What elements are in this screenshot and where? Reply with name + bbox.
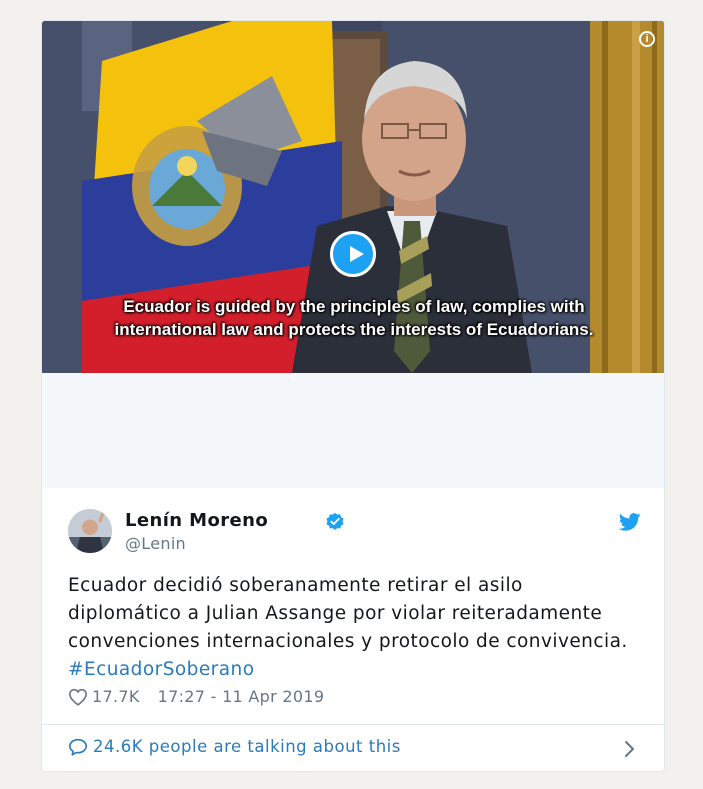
author-handle[interactable]: @Lenin (125, 534, 186, 553)
heart-icon[interactable] (68, 688, 88, 706)
tweet-body: Ecuador decidió soberanamente retirar el… (68, 575, 628, 652)
like-count[interactable]: 17.7K (92, 687, 140, 706)
tweet-timestamp[interactable]: 17:27 - 11 Apr 2019 (158, 687, 325, 706)
verified-badge-icon (326, 512, 344, 530)
video-player[interactable]: i Ecuador is guided by the principles of… (42, 21, 664, 373)
author-name[interactable]: Lenín Moreno (125, 510, 268, 531)
chat-bubble-icon (69, 738, 87, 756)
tweet-meta: 17.7K 17:27 - 11 Apr 2019 (68, 687, 324, 706)
tweet-embed-card: i Ecuador is guided by the principles of… (41, 20, 665, 772)
divider (42, 724, 664, 725)
avatar[interactable] (68, 509, 112, 553)
caption-line-2: international law and protects the inter… (114, 320, 594, 339)
hashtag-link[interactable]: #EcuadorSoberano (68, 659, 254, 680)
info-icon[interactable]: i (639, 31, 655, 47)
chevron-right-icon[interactable] (622, 740, 636, 758)
twitter-bird-icon[interactable] (619, 513, 641, 531)
talking-text: 24.6K people are talking about this (93, 737, 401, 756)
media-spacer (42, 373, 664, 488)
video-caption: Ecuador is guided by the principles of l… (42, 295, 664, 341)
caption-line-1: Ecuador is guided by the principles of l… (123, 297, 585, 316)
play-icon[interactable] (330, 231, 376, 277)
talking-link[interactable]: 24.6K people are talking about this (68, 737, 401, 756)
tweet-text: Ecuador decidió soberanamente retirar el… (68, 572, 638, 684)
